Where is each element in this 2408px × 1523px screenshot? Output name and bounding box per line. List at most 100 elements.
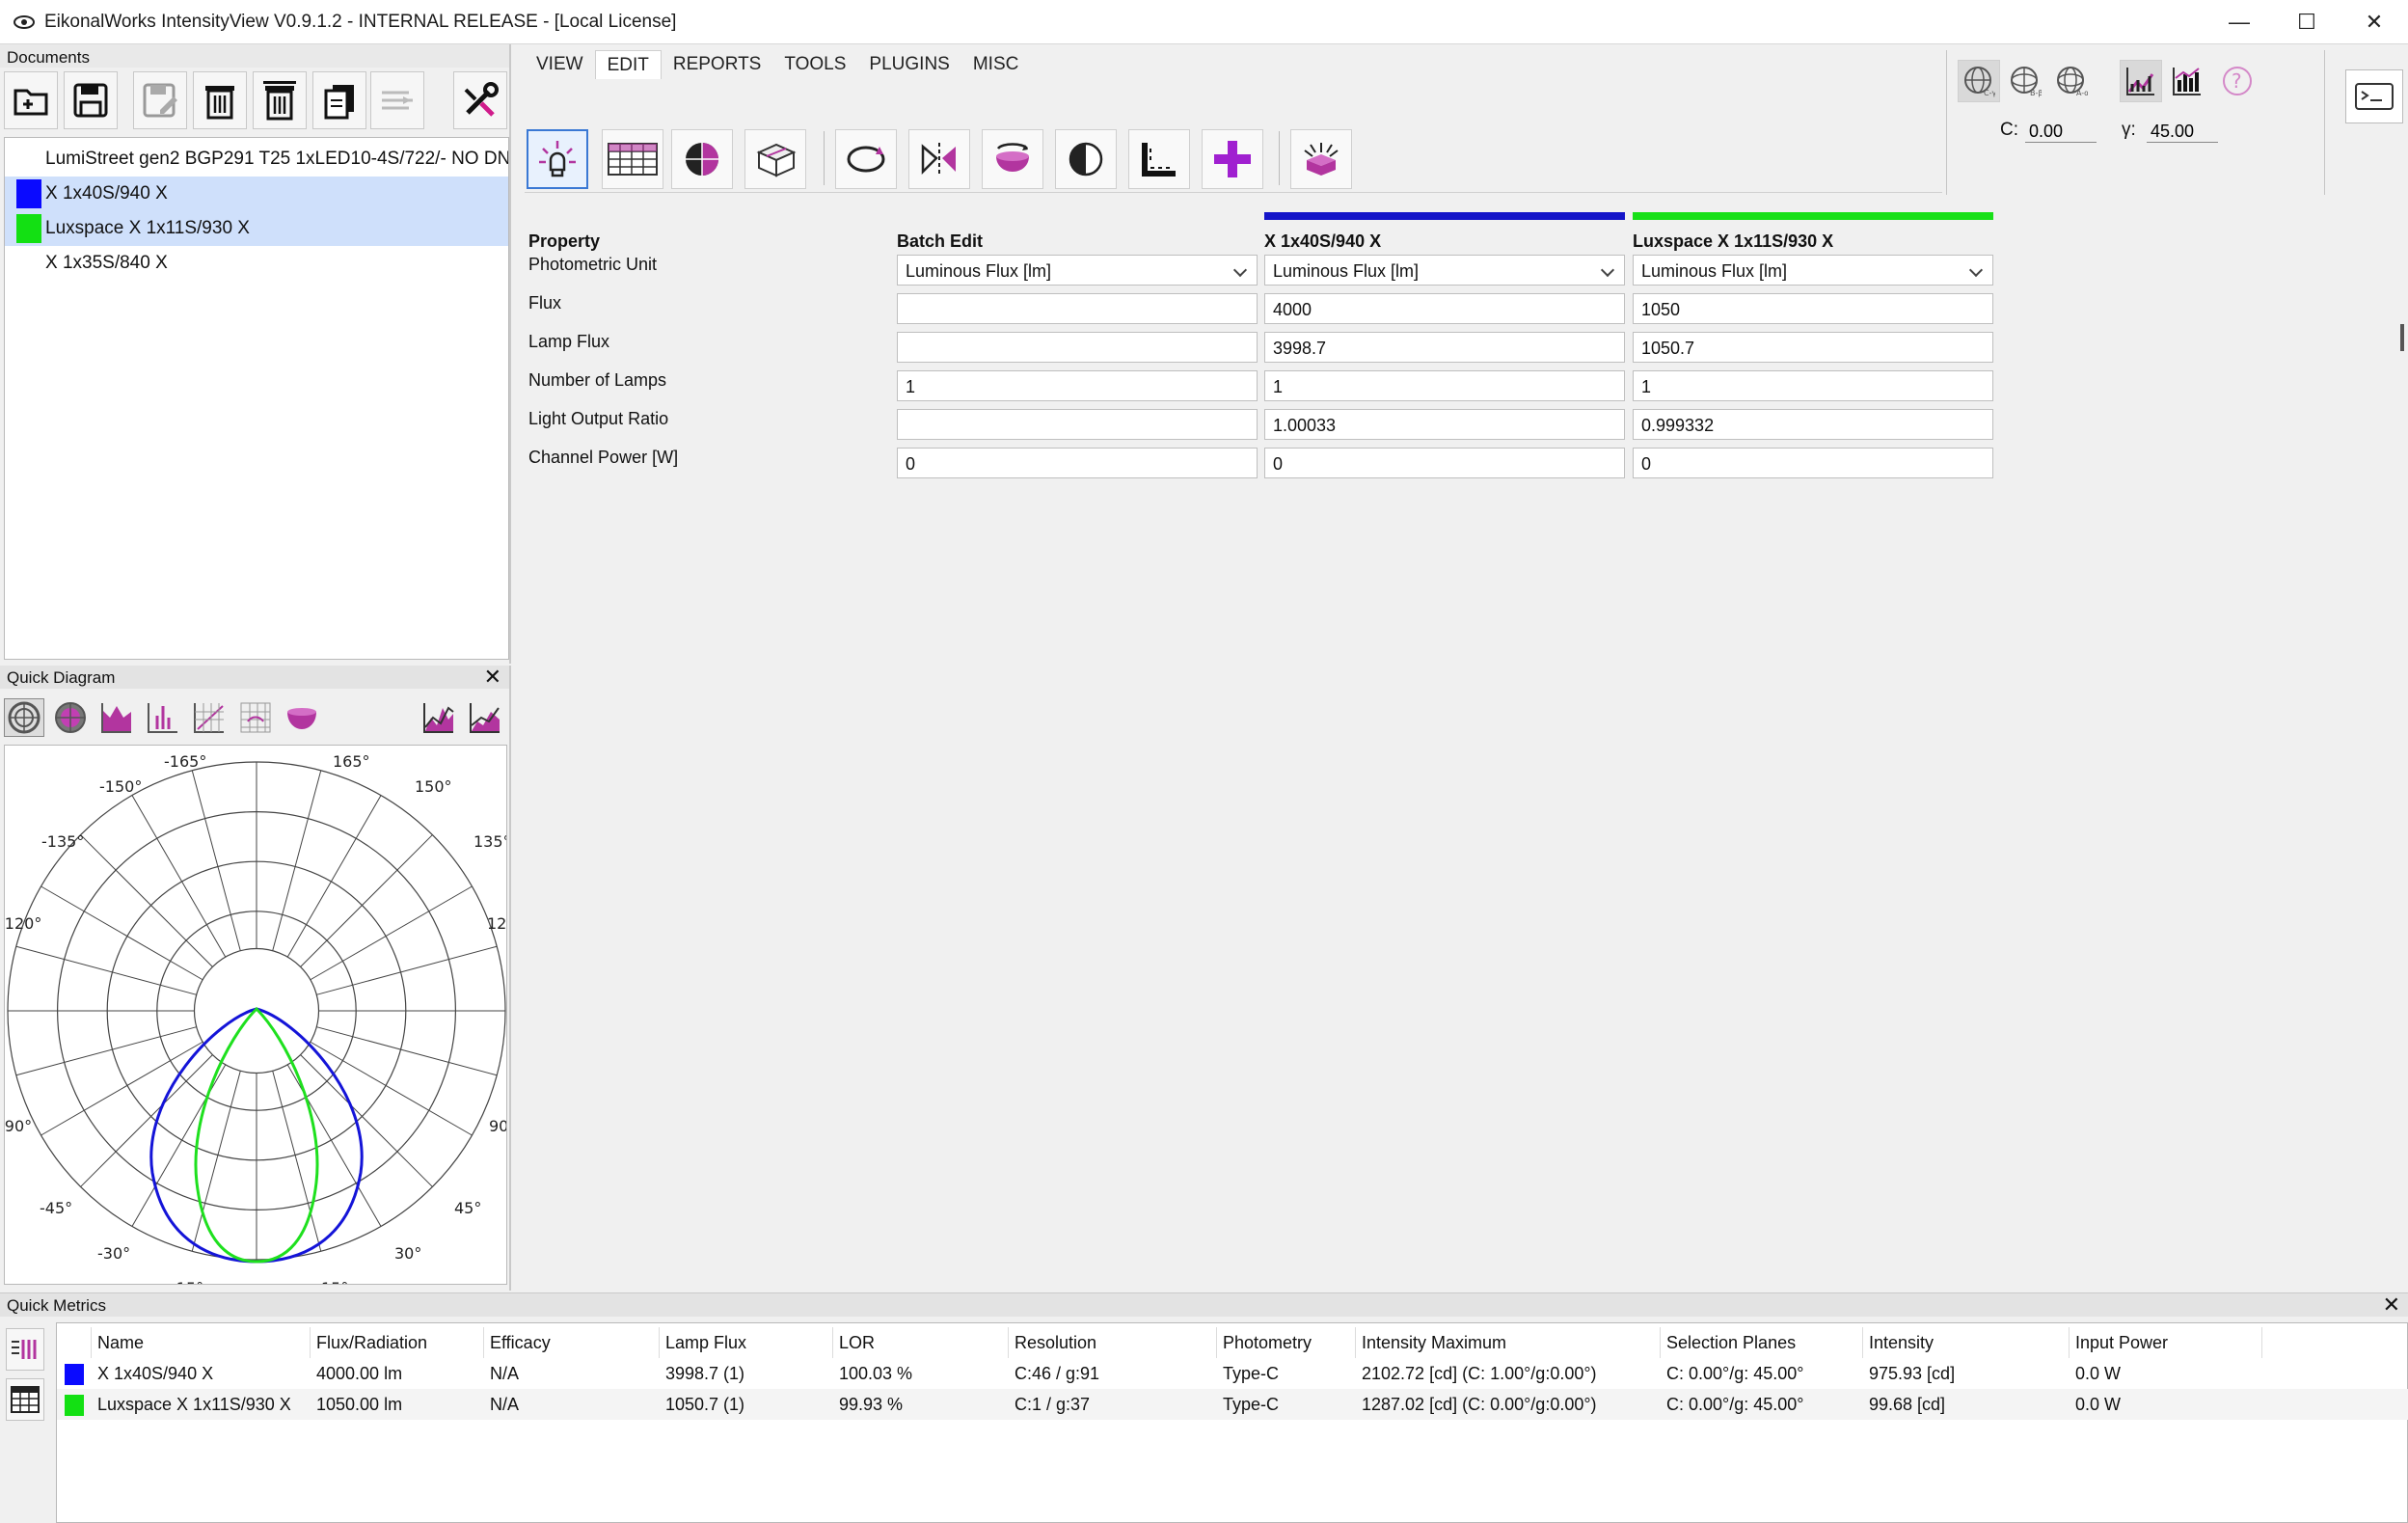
lamp-flux-field[interactable]: 1050.7 (1633, 332, 1993, 363)
document-item[interactable]: X 1x40S/940 X (5, 177, 508, 211)
polar-diagram-icon[interactable] (4, 698, 44, 737)
edit-ribbon (525, 81, 1942, 193)
number-of-lamps-field[interactable]: 1 (1633, 370, 1993, 401)
column-color-bar (1633, 212, 1993, 220)
lamp-flux-field[interactable] (897, 332, 1258, 363)
histogram-icon[interactable] (96, 698, 137, 737)
help-icon[interactable]: ? (2216, 60, 2259, 102)
light-output-ratio-field[interactable] (897, 409, 1258, 440)
header-cell[interactable]: LOR (833, 1327, 1009, 1358)
header-cell[interactable]: Intensity Maximum (1356, 1327, 1661, 1358)
globe-a-alpha-icon[interactable]: A-α (2050, 60, 2093, 102)
header-cell (57, 1327, 92, 1358)
package-icon[interactable] (1290, 129, 1352, 189)
table-view-icon[interactable] (6, 1378, 44, 1421)
lamp-icon[interactable] (527, 129, 588, 189)
header-document-1: X 1x40S/940 X (1264, 231, 1382, 251)
polar-spoke (191, 1071, 241, 1252)
save-icon[interactable] (64, 71, 118, 129)
header-cell[interactable]: Input Power (2070, 1327, 2262, 1358)
terminal-icon[interactable] (2345, 69, 2403, 123)
photometric-unit-select[interactable]: Luminous Flux [lm] (1633, 255, 1993, 286)
globe-c-gamma-icon[interactable]: C-γ (1958, 60, 2000, 102)
settings-tools-icon[interactable] (453, 71, 507, 129)
maximize-button[interactable]: ☐ (2273, 0, 2340, 44)
add-icon[interactable] (1202, 129, 1263, 189)
metrics-header-row: Name Flux/Radiation Efficacy Lamp Flux L… (57, 1327, 2408, 1358)
polar-3d-icon[interactable] (50, 698, 91, 737)
polar-angle-label: 45° (454, 1199, 481, 1217)
bar-chart-icon[interactable] (2166, 60, 2208, 102)
linear-diagram-icon[interactable] (189, 698, 230, 737)
flip-icon[interactable] (982, 129, 1043, 189)
number-of-lamps-field[interactable]: 1 (1264, 370, 1625, 401)
close-button[interactable]: ✕ (2340, 0, 2408, 44)
tab-reports[interactable]: REPORTS (662, 50, 773, 79)
half-circle-icon[interactable] (1055, 129, 1117, 189)
cumulative-chart-icon[interactable] (419, 698, 459, 737)
save-as-icon[interactable] (133, 71, 187, 129)
header-cell[interactable]: Photometry (1217, 1327, 1356, 1358)
light-output-ratio-field[interactable]: 1.00033 (1264, 409, 1625, 440)
title-bar: EikonalWorks IntensityView V0.9.1.2 - IN… (0, 0, 2408, 44)
document-item[interactable]: LumiStreet gen2 BGP291 T25 1xLED10-4S/72… (5, 142, 508, 177)
flux-field[interactable]: 4000 (1264, 293, 1625, 324)
bar-chart-icon[interactable] (143, 698, 183, 737)
globe-b-beta-icon[interactable]: B-β (2004, 60, 2046, 102)
cell-photometry: Type-C (1223, 1364, 1280, 1383)
channel-power-field[interactable]: 0 (1264, 448, 1625, 478)
quick-diagram-title: Quick Diagram (7, 668, 116, 687)
document-item[interactable]: Luxspace X 1x11S/930 X (5, 211, 508, 246)
close-icon[interactable]: ✕ (2383, 1292, 2400, 1318)
flux-field[interactable]: 1050 (1633, 293, 1993, 324)
ruler-corner-icon[interactable] (1128, 129, 1190, 189)
delete-all-icon[interactable] (253, 71, 307, 129)
close-icon[interactable]: ✕ (484, 665, 501, 690)
table-row[interactable]: X 1x40S/940 X 4000.00 lm N/A 3998.7 (1) … (57, 1358, 2408, 1389)
lamp-flux-field[interactable]: 3998.7 (1264, 332, 1625, 363)
flux-field[interactable] (897, 293, 1258, 324)
tab-edit[interactable]: EDIT (594, 50, 662, 79)
grid-diagram-icon[interactable] (235, 698, 276, 737)
header-cell[interactable]: Flux/Radiation (311, 1327, 484, 1358)
open-document-icon[interactable] (4, 71, 58, 129)
box-3d-icon[interactable] (744, 129, 806, 189)
rotate-icon[interactable] (835, 129, 897, 189)
sphere-icon[interactable] (671, 129, 733, 189)
delete-icon[interactable] (193, 71, 247, 129)
document-item[interactable]: X 1x35S/840 X (5, 246, 508, 281)
duplicate-icon[interactable] (312, 71, 366, 129)
cell-selection-planes: C: 0.00°/g: 45.00° (1666, 1395, 1804, 1414)
vertical-scrollbar[interactable] (2400, 324, 2404, 351)
tab-plugins[interactable]: PLUGINS (857, 50, 960, 79)
header-cell[interactable]: Selection Planes (1661, 1327, 1863, 1358)
compare-icon[interactable] (370, 71, 424, 129)
photometric-unit-select[interactable]: Luminous Flux [lm] (1264, 255, 1625, 286)
header-cell[interactable]: Lamp Flux (660, 1327, 833, 1358)
c-angle-input[interactable] (2025, 122, 2097, 143)
tab-view[interactable]: VIEW (525, 50, 595, 79)
header-cell[interactable]: Name (92, 1327, 311, 1358)
photometric-unit-select[interactable]: Luminous Flux [lm] (897, 255, 1258, 286)
channel-power-field[interactable]: 0 (1633, 448, 1993, 478)
minimize-button[interactable]: — (2205, 0, 2273, 44)
gamma-angle-input[interactable] (2147, 122, 2218, 143)
tab-misc[interactable]: MISC (961, 50, 1031, 79)
header-cell[interactable]: Efficacy (484, 1327, 660, 1358)
quick-metrics-panel: Quick Metrics ✕ Name Flux/Radiation Effi… (0, 1292, 2408, 1523)
header-cell[interactable]: Intensity (1863, 1327, 2070, 1358)
list-view-icon[interactable] (6, 1328, 44, 1371)
tab-tools[interactable]: TOOLS (772, 50, 857, 79)
mirror-icon[interactable] (908, 129, 970, 189)
line-chart-icon[interactable] (2120, 60, 2162, 102)
channel-power-field[interactable]: 0 (897, 448, 1258, 478)
svg-text:C-γ: C-γ (1984, 89, 1995, 97)
area-chart-icon[interactable] (465, 698, 505, 737)
number-of-lamps-field[interactable]: 1 (897, 370, 1258, 401)
table-row[interactable]: Luxspace X 1x11S/930 X 1050.00 lm N/A 10… (57, 1389, 2408, 1420)
polar-angle-label: 150° (415, 777, 452, 796)
header-cell[interactable]: Resolution (1009, 1327, 1217, 1358)
table-grid-icon[interactable] (602, 129, 663, 189)
light-output-ratio-field[interactable]: 0.999332 (1633, 409, 1993, 440)
bowl-diagram-icon[interactable] (282, 698, 322, 737)
